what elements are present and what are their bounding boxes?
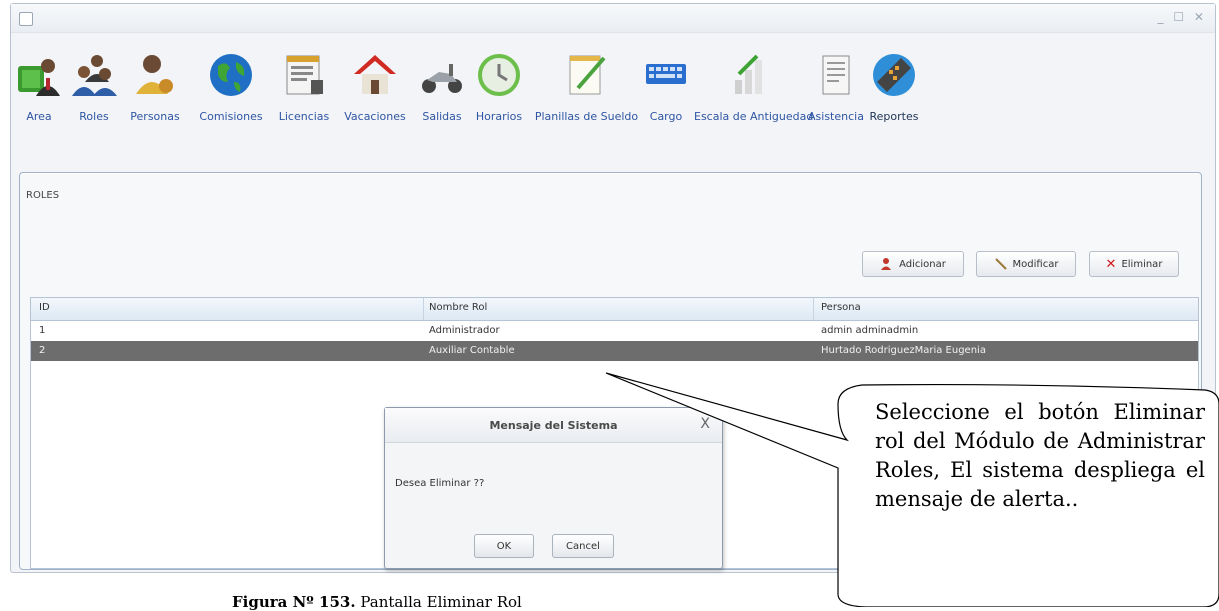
- cancel-button-label: Cancel: [566, 540, 600, 552]
- toolbar-item-licencias[interactable]: Licencias: [273, 52, 335, 123]
- document-icon: [286, 55, 323, 95]
- toolbar-item-vacaciones[interactable]: Vacaciones: [340, 52, 410, 123]
- bar-chart-icon: [735, 54, 762, 94]
- cell-person: Hurtado RodriguezMaria Eugenia: [821, 345, 986, 356]
- dialog-message: Desea Eliminar ??: [395, 478, 485, 489]
- toolbar-item-personas[interactable]: Personas: [125, 52, 185, 123]
- roles-icon: [72, 55, 117, 96]
- toolbar-label: Cargo: [649, 110, 683, 123]
- toolbar-label: Comisiones: [199, 110, 263, 123]
- dialog-header: Mensaje del Sistema X: [385, 408, 722, 443]
- edit-button[interactable]: Modificar: [976, 251, 1076, 277]
- notepad-icon: [569, 55, 606, 95]
- window-icon: [19, 12, 33, 26]
- dialog-title: Mensaje del Sistema: [489, 419, 618, 432]
- keyboard-icon: [646, 64, 686, 84]
- cell-person: admin adminadmin: [821, 325, 919, 336]
- toolbar-label: Area: [26, 110, 52, 123]
- toolbar-label: Horarios: [475, 110, 523, 123]
- toolbar-label: Reportes: [869, 110, 919, 123]
- toolbar-label: Asistencia: [808, 110, 864, 123]
- add-button[interactable]: Adicionar: [862, 251, 964, 277]
- module-toolbar: Area Roles Personas Comisiones Licencias…: [11, 38, 1215, 168]
- add-person-icon: [881, 258, 892, 270]
- toolbar-label: Salidas: [422, 110, 462, 123]
- scooter-icon: [422, 64, 462, 93]
- pencil-icon: [994, 258, 1007, 270]
- table-row-selected[interactable]: 2 Auxiliar Contable Hurtado RodriguezMar…: [31, 341, 1198, 361]
- toolbar-item-area[interactable]: Area: [14, 52, 64, 123]
- cell-name: Administrador: [429, 325, 500, 336]
- toolbar-item-cargo[interactable]: Cargo: [643, 52, 689, 123]
- caption-label: Figura Nº 153.: [232, 593, 356, 611]
- callout-text: Seleccione el botón Eliminar rol del Mód…: [875, 400, 1205, 511]
- column-header-name[interactable]: Nombre Rol: [429, 302, 487, 313]
- cell-id: 1: [39, 325, 46, 336]
- dialog-close-button[interactable]: X: [700, 416, 710, 432]
- toolbar-label: Personas: [130, 110, 180, 123]
- calculator-icon: [873, 54, 915, 96]
- column-header-id[interactable]: ID: [39, 302, 50, 313]
- ok-button-label: OK: [496, 540, 512, 552]
- house-icon: [354, 55, 396, 94]
- toolbar-label: Licencias: [278, 110, 330, 123]
- delete-button-label: Eliminar: [1121, 258, 1163, 270]
- add-button-label: Adicionar: [899, 258, 946, 270]
- delete-button[interactable]: ✕ Eliminar: [1089, 251, 1179, 277]
- clipboard-icon: [822, 55, 850, 95]
- toolbar-item-escala[interactable]: Escala de Antiguedad: [694, 52, 814, 123]
- panel-title: ROLES: [26, 190, 60, 201]
- edit-button-label: Modificar: [1012, 258, 1059, 270]
- window-titlebar: _ ☐ ✕: [11, 4, 1215, 33]
- cell-id: 2: [39, 345, 46, 356]
- toolbar-label: Roles: [79, 110, 109, 123]
- cancel-button[interactable]: Cancel: [552, 534, 614, 558]
- personas-icon: [136, 55, 173, 94]
- window-controls[interactable]: _ ☐ ✕: [1158, 10, 1207, 24]
- table-row[interactable]: 1 Administrador admin adminadmin: [31, 321, 1198, 341]
- confirm-dialog: Mensaje del Sistema X Desea Eliminar ?? …: [384, 407, 723, 569]
- delete-x-icon: ✕: [1105, 256, 1117, 272]
- cell-name: Auxiliar Contable: [429, 345, 515, 356]
- toolbar-item-planillas[interactable]: Planillas de Sueldo: [534, 52, 639, 123]
- clock-icon: [478, 54, 520, 96]
- toolbar-item-comisiones[interactable]: Comisiones: [195, 52, 267, 123]
- toolbar-item-roles[interactable]: Roles: [69, 52, 119, 123]
- area-icon: [18, 59, 60, 96]
- column-header-person[interactable]: Persona: [821, 302, 861, 313]
- toolbar-label: Vacaciones: [344, 110, 406, 123]
- toolbar-item-asistencia[interactable]: Asistencia: [808, 52, 864, 123]
- toolbar-item-horarios[interactable]: Horarios: [472, 52, 526, 123]
- caption-text: Pantalla Eliminar Rol: [355, 593, 522, 611]
- ok-button[interactable]: OK: [474, 534, 534, 558]
- globe-icon: [210, 54, 252, 96]
- toolbar-label: Escala de Antiguedad: [694, 110, 814, 123]
- toolbar-item-salidas[interactable]: Salidas: [417, 52, 467, 123]
- figure-caption: Figura Nº 153. Pantalla Eliminar Rol: [232, 593, 522, 611]
- table-header: ID Nombre Rol Persona: [31, 298, 1198, 321]
- toolbar-item-reportes[interactable]: Reportes: [867, 52, 921, 123]
- toolbar-label: Planillas de Sueldo: [534, 110, 639, 123]
